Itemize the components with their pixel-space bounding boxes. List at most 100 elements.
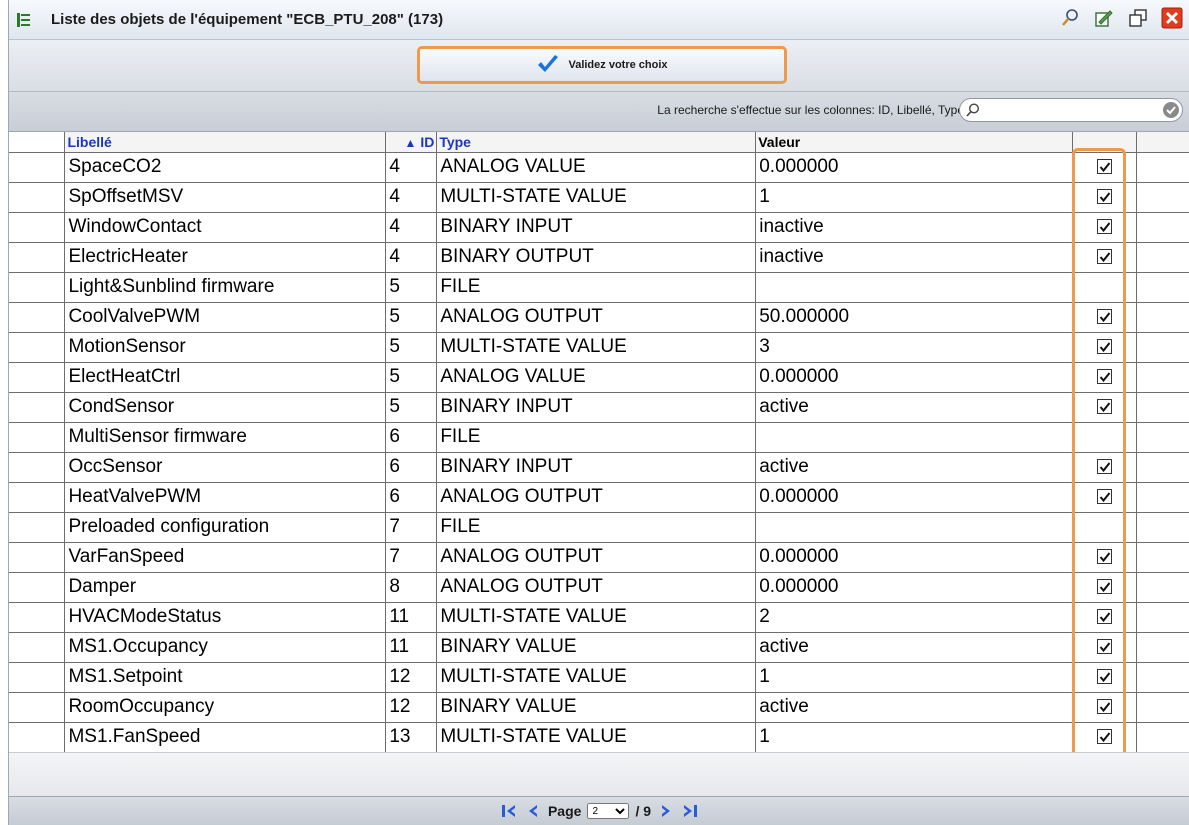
row-checkbox[interactable] (1097, 399, 1112, 415)
column-header-label[interactable]: Libellé (64, 132, 387, 153)
row-spacer (9, 691, 66, 723)
column-header-id[interactable]: ▲ ID (385, 132, 438, 153)
row-trailing (1135, 571, 1189, 603)
validate-button[interactable]: Validez votre choix (417, 46, 787, 84)
row-trailing (1135, 601, 1189, 633)
table-row[interactable]: MS1.Setpoint 12 MULTI-STATE VALUE 1 (9, 661, 1189, 693)
row-checkbox[interactable] (1097, 699, 1112, 715)
row-spacer (9, 631, 66, 663)
table-row[interactable]: WindowContact 4 BINARY INPUT inactive (9, 211, 1189, 243)
row-checkbox[interactable] (1097, 339, 1112, 355)
cell-value: inactive (755, 211, 1074, 243)
cell-value: 3 (755, 331, 1074, 363)
table-row[interactable]: Preloaded configuration 7 FILE (9, 511, 1189, 543)
cell-select[interactable] (1072, 541, 1137, 573)
row-spacer (9, 331, 66, 363)
row-spacer (9, 211, 66, 243)
cell-select[interactable] (1072, 331, 1137, 363)
table-row[interactable]: HVACModeStatus 11 MULTI-STATE VALUE 2 (9, 601, 1189, 633)
row-checkbox[interactable] (1097, 489, 1112, 505)
cell-type: BINARY INPUT (436, 391, 757, 423)
cell-value (755, 271, 1074, 303)
cell-select[interactable] (1072, 691, 1137, 723)
row-checkbox[interactable] (1097, 159, 1112, 175)
cell-id: 8 (385, 571, 438, 603)
cell-select[interactable] (1072, 271, 1137, 303)
cell-value: inactive (755, 241, 1074, 273)
table-row[interactable]: Light&Sunblind firmware 5 FILE (9, 271, 1189, 303)
cell-select[interactable] (1072, 241, 1137, 273)
table-row[interactable]: Damper 8 ANALOG OUTPUT 0.000000 (9, 571, 1189, 603)
row-checkbox[interactable] (1097, 189, 1112, 205)
table-row[interactable]: ElectHeatCtrl 5 ANALOG VALUE 0.000000 (9, 361, 1189, 393)
cell-select[interactable] (1072, 511, 1137, 543)
row-checkbox[interactable] (1097, 549, 1112, 565)
row-checkbox[interactable] (1097, 669, 1112, 685)
cell-label: MS1.Setpoint (64, 661, 387, 693)
table-row[interactable]: VarFanSpeed 7 ANALOG OUTPUT 0.000000 (9, 541, 1189, 573)
table-row[interactable]: RoomOccupancy 12 BINARY VALUE active (9, 691, 1189, 723)
table-row[interactable]: CoolValvePWM 5 ANALOG OUTPUT 50.000000 (9, 301, 1189, 333)
row-spacer (9, 571, 66, 603)
cell-select[interactable] (1072, 421, 1137, 453)
cell-select[interactable] (1072, 571, 1137, 603)
cell-value: active (755, 691, 1074, 723)
cell-value: 0.000000 (755, 151, 1074, 183)
table-row[interactable]: MS1.Occupancy 11 BINARY VALUE active (9, 631, 1189, 663)
table-row[interactable]: CondSensor 5 BINARY INPUT active (9, 391, 1189, 423)
cell-value: 50.000000 (755, 301, 1074, 333)
cell-select[interactable] (1072, 151, 1137, 183)
first-page-icon[interactable] (500, 802, 518, 820)
table-row[interactable]: MotionSensor 5 MULTI-STATE VALUE 3 (9, 331, 1189, 363)
cell-label: ElectricHeater (64, 241, 387, 273)
table-row[interactable]: OccSensor 6 BINARY INPUT active (9, 451, 1189, 483)
table-row[interactable]: HeatValvePWM 6 ANALOG OUTPUT 0.000000 (9, 481, 1189, 513)
cell-select[interactable] (1072, 661, 1137, 693)
cell-id: 5 (385, 301, 438, 333)
close-icon[interactable] (1160, 6, 1184, 30)
search-bar: La recherche s'effectue sur les colonnes… (9, 92, 1189, 132)
row-checkbox[interactable] (1097, 729, 1112, 745)
cell-select[interactable] (1072, 301, 1137, 333)
clear-search-icon[interactable] (1162, 101, 1180, 119)
page-select[interactable]: 123456789 (587, 803, 630, 819)
prev-page-icon[interactable] (524, 802, 542, 820)
cell-select[interactable] (1072, 181, 1137, 213)
row-checkbox[interactable] (1097, 249, 1112, 265)
column-header-select (1072, 132, 1137, 153)
row-checkbox[interactable] (1097, 579, 1112, 595)
cell-select[interactable] (1072, 211, 1137, 243)
cell-value: 1 (755, 721, 1074, 753)
row-checkbox[interactable] (1097, 369, 1112, 385)
table-row[interactable]: MultiSensor firmware 6 FILE (9, 421, 1189, 453)
cell-select[interactable] (1072, 391, 1137, 423)
table-row[interactable]: SpaceCO2 4 ANALOG VALUE 0.000000 (9, 151, 1189, 183)
row-trailing (1135, 391, 1189, 423)
cell-id: 13 (385, 721, 438, 753)
cell-value: active (755, 391, 1074, 423)
cell-id: 11 (385, 601, 438, 633)
cell-select[interactable] (1072, 481, 1137, 513)
row-checkbox[interactable] (1097, 459, 1112, 475)
cell-select[interactable] (1072, 601, 1137, 633)
cell-select[interactable] (1072, 721, 1137, 753)
row-checkbox[interactable] (1097, 219, 1112, 235)
row-checkbox[interactable] (1097, 309, 1112, 325)
restore-window-icon[interactable] (1126, 6, 1150, 30)
column-header-type[interactable]: Type (436, 132, 757, 153)
cell-label: RoomOccupancy (64, 691, 387, 723)
cell-type: ANALOG OUTPUT (436, 481, 757, 513)
last-page-icon[interactable] (681, 802, 699, 820)
row-checkbox[interactable] (1097, 609, 1112, 625)
row-checkbox[interactable] (1097, 639, 1112, 655)
search-input[interactable] (987, 100, 1157, 120)
cell-select[interactable] (1072, 361, 1137, 393)
cell-select[interactable] (1072, 631, 1137, 663)
cell-select[interactable] (1072, 451, 1137, 483)
next-page-icon[interactable] (657, 802, 675, 820)
table-row[interactable]: ElectricHeater 4 BINARY OUTPUT inactive (9, 241, 1189, 273)
table-row[interactable]: MS1.FanSpeed 13 MULTI-STATE VALUE 1 (9, 721, 1189, 753)
edit-export-icon[interactable] (1092, 6, 1116, 30)
magnifier-icon[interactable] (1058, 6, 1082, 30)
table-row[interactable]: SpOffsetMSV 4 MULTI-STATE VALUE 1 (9, 181, 1189, 213)
